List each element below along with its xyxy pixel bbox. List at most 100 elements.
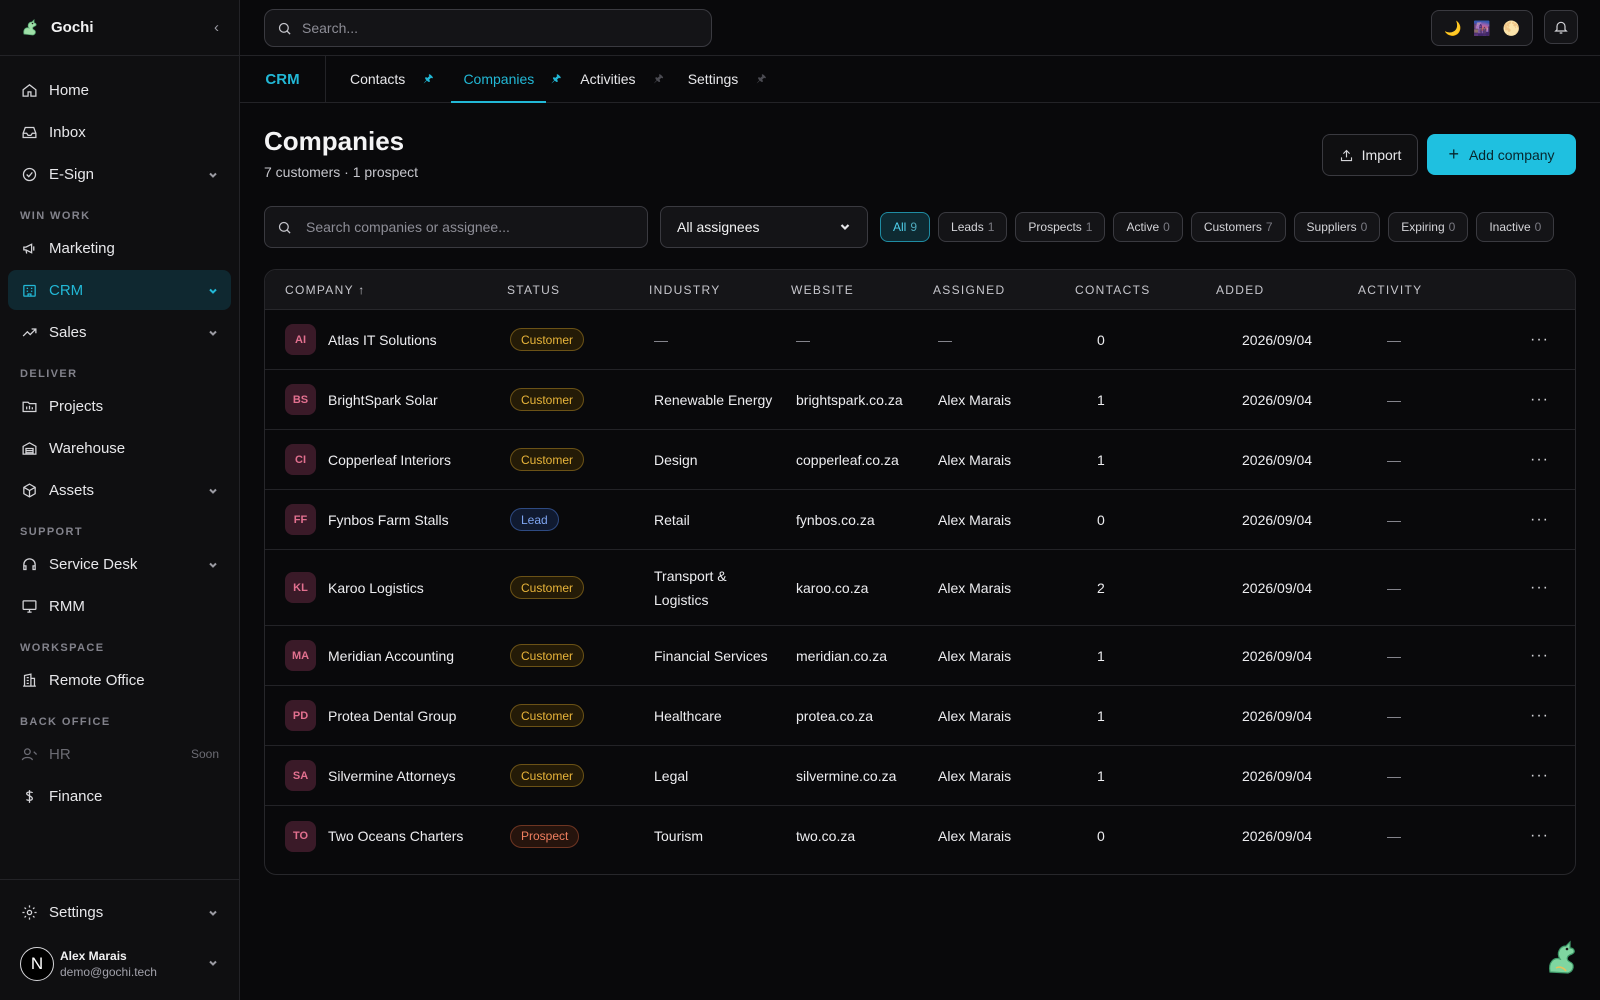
table-row[interactable]: KL Karoo Logistics Customer Transport & Log… <box>265 550 1575 626</box>
row-actions-icon[interactable]: ··· <box>1530 430 1549 489</box>
sun-theme-icon[interactable]: 🌕 <box>1503 20 1520 37</box>
global-search-input[interactable]: Search... <box>264 9 712 47</box>
filter-chip-prospects[interactable]: Prospects 1 <box>1015 212 1106 242</box>
moon-theme-icon[interactable]: 🌙 <box>1444 20 1461 37</box>
company-name[interactable]: BrightSpark Solar <box>328 392 438 408</box>
status-filter-chips: All 9 Leads 1 Prospects 1 Active 0 Customers 7 Sup… <box>880 212 1562 242</box>
city-theme-icon[interactable]: 🌆 <box>1473 20 1490 37</box>
notifications-button[interactable] <box>1544 10 1578 44</box>
filter-chip-customers[interactable]: Customers 7 <box>1190 212 1286 242</box>
sidebar-item-service-desk[interactable]: Service Desk <box>8 544 231 584</box>
company-cell[interactable]: SA Silvermine Attorneys <box>285 746 456 805</box>
company-name[interactable]: Karoo Logistics <box>328 580 424 596</box>
column-header: INDUSTRY <box>649 283 721 297</box>
row-actions-icon[interactable]: ··· <box>1530 806 1549 866</box>
table-row[interactable]: AI Atlas IT Solutions Customer — — — 0 2026/09/… <box>265 310 1575 370</box>
sidebar-item-settings[interactable]: Settings <box>8 892 231 932</box>
company-cell[interactable]: TO Two Oceans Charters <box>285 806 463 866</box>
industry-cell: Legal <box>654 746 688 805</box>
table-row[interactable]: FF Fynbos Farm Stalls Lead Retail fynbos.co.… <box>265 490 1575 550</box>
company-cell[interactable]: BS BrightSpark Solar <box>285 370 438 429</box>
row-actions-icon[interactable]: ··· <box>1530 550 1549 625</box>
company-name[interactable]: Protea Dental Group <box>328 708 456 724</box>
table-row[interactable]: CI Copperleaf Interiors Customer Design copp… <box>265 430 1575 490</box>
company-name[interactable]: Two Oceans Charters <box>328 828 463 844</box>
sidebar-item-warehouse[interactable]: Warehouse <box>8 428 231 468</box>
sidebar-nav: Home Inbox E-Sign WIN WORK Marketing CRM… <box>0 56 239 816</box>
chevron-down-icon[interactable] <box>207 326 219 338</box>
filter-chip-suppliers[interactable]: Suppliers 0 <box>1293 212 1381 242</box>
company-search-input[interactable]: Search companies or assignee... <box>264 206 648 248</box>
assignee-select[interactable]: All assignees <box>660 206 868 248</box>
tab-settings[interactable]: Settings 🖈 <box>676 56 779 102</box>
company-cell[interactable]: FF Fynbos Farm Stalls <box>285 490 449 549</box>
user-email: demo@gochi.tech <box>60 965 157 979</box>
table-row[interactable]: MA Meridian Accounting Customer Financial S… <box>265 626 1575 686</box>
dragon-mascot-icon[interactable] <box>1542 938 1582 978</box>
company-name[interactable]: Copperleaf Interiors <box>328 452 451 468</box>
assigned-cell: Alex Marais <box>938 686 1011 745</box>
filter-chip-expiring[interactable]: Expiring 0 <box>1388 212 1469 242</box>
website-cell: two.co.za <box>796 806 855 866</box>
sidebar-item-home[interactable]: Home <box>8 70 231 110</box>
company-cell[interactable]: PD Protea Dental Group <box>285 686 456 745</box>
company-name[interactable]: Meridian Accounting <box>328 648 454 664</box>
row-actions-icon[interactable]: ··· <box>1530 686 1549 745</box>
office-icon <box>20 671 38 689</box>
added-cell: 2026/09/04 <box>1242 806 1312 866</box>
import-button[interactable]: Import <box>1322 134 1418 176</box>
chevron-down-icon[interactable] <box>207 168 219 180</box>
table-row[interactable]: PD Protea Dental Group Customer Healthcare p… <box>265 686 1575 746</box>
chevron-down-icon[interactable] <box>207 558 219 570</box>
filter-chip-active[interactable]: Active 0 <box>1113 212 1183 242</box>
company-name[interactable]: Atlas IT Solutions <box>328 332 437 348</box>
added-cell-text: 2026/09/04 <box>1242 451 1313 468</box>
filter-chip-leads[interactable]: Leads 1 <box>938 212 1008 242</box>
company-name[interactable]: Silvermine Attorneys <box>328 768 456 784</box>
chevron-down-icon[interactable] <box>207 484 219 496</box>
tab-activities[interactable]: Activities 🖈 <box>568 56 675 102</box>
collapse-sidebar-icon[interactable]: ‹ <box>214 19 219 36</box>
filter-chip-all[interactable]: All 9 <box>880 212 931 242</box>
sidebar-item-sales[interactable]: Sales <box>8 312 231 352</box>
row-actions-icon[interactable]: ··· <box>1530 746 1549 805</box>
table-row[interactable]: TO Two Oceans Charters Prospect Tourism two.… <box>265 806 1575 866</box>
table-row[interactable]: SA Silvermine Attorneys Customer Legal silve… <box>265 746 1575 806</box>
row-actions-icon[interactable]: ··· <box>1530 490 1549 549</box>
pin-icon[interactable]: 🖈 <box>551 70 561 89</box>
pin-icon[interactable]: 🖈 <box>654 70 664 89</box>
sidebar-item-marketing[interactable]: Marketing <box>8 228 231 268</box>
company-cell[interactable]: KL Karoo Logistics <box>285 550 424 625</box>
company-name[interactable]: Fynbos Farm Stalls <box>328 512 449 528</box>
sidebar-item-projects[interactable]: Projects <box>8 386 231 426</box>
row-actions-icon[interactable]: ··· <box>1530 370 1549 429</box>
status-cell: Prospect <box>510 806 580 866</box>
tab-companies[interactable]: Companies 🖈 <box>451 56 561 103</box>
sidebar-item-remote-office[interactable]: Remote Office <box>8 660 231 700</box>
user-menu[interactable]: N Alex Marais demo@gochi.tech <box>8 938 231 990</box>
row-actions-icon[interactable]: ··· <box>1530 626 1549 685</box>
chevron-down-icon[interactable] <box>207 284 219 296</box>
company-cell[interactable]: AI Atlas IT Solutions <box>285 310 437 369</box>
add-company-button[interactable]: + Add company <box>1427 134 1576 175</box>
website-cell-text: protea.co.za <box>796 707 874 724</box>
chevron-down-icon[interactable] <box>207 906 219 918</box>
sidebar-item-assets[interactable]: Assets <box>8 470 231 510</box>
filter-chip-inactive[interactable]: Inactive 0 <box>1476 212 1555 242</box>
company-cell[interactable]: CI Copperleaf Interiors <box>285 430 451 489</box>
sidebar-item-rmm[interactable]: RMM <box>8 586 231 626</box>
table-row[interactable]: BS BrightSpark Solar Customer Renewable Ene… <box>265 370 1575 430</box>
row-actions-icon[interactable]: ··· <box>1530 310 1549 369</box>
assigned-cell-text: — <box>938 331 952 348</box>
sidebar-item-esign[interactable]: E-Sign <box>8 154 231 194</box>
pin-icon[interactable]: 🖈 <box>423 70 433 89</box>
column-header[interactable]: COMPANY ↑ <box>285 270 366 310</box>
module-title[interactable]: CRM <box>240 56 326 102</box>
sidebar-item-finance[interactable]: Finance <box>8 776 231 816</box>
tab-contacts[interactable]: Contacts 🖈 <box>338 56 445 102</box>
company-cell[interactable]: MA Meridian Accounting <box>285 626 454 685</box>
chevron-down-icon[interactable] <box>207 956 219 972</box>
sidebar-item-inbox[interactable]: Inbox <box>8 112 231 152</box>
sidebar-item-crm[interactable]: CRM <box>8 270 231 310</box>
pin-icon[interactable]: 🖈 <box>756 70 766 89</box>
